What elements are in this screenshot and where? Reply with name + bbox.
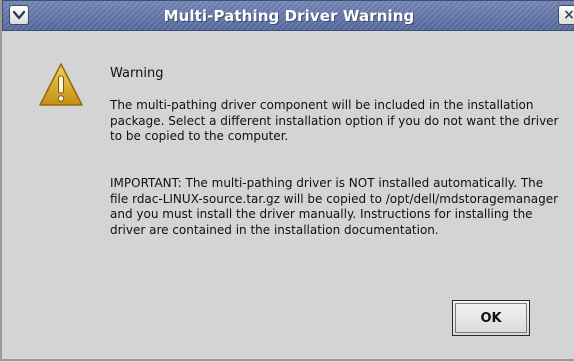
warning-dialog: Multi-Pathing Driver Warning × Warning T… [0,0,574,361]
warning-icon [39,63,83,106]
message-paragraph-1: The multi-pathing driver component will … [110,98,559,143]
window-title: Multi-Pathing Driver Warning [163,7,415,25]
close-button[interactable]: × [558,5,574,25]
close-icon: × [563,7,574,23]
ok-button[interactable]: OK [452,300,530,336]
warning-heading: Warning [110,66,164,81]
message-paragraph-2: IMPORTANT: The multi-pathing driver is N… [110,176,559,237]
title-bar[interactable]: Multi-Pathing Driver Warning × [2,0,574,31]
